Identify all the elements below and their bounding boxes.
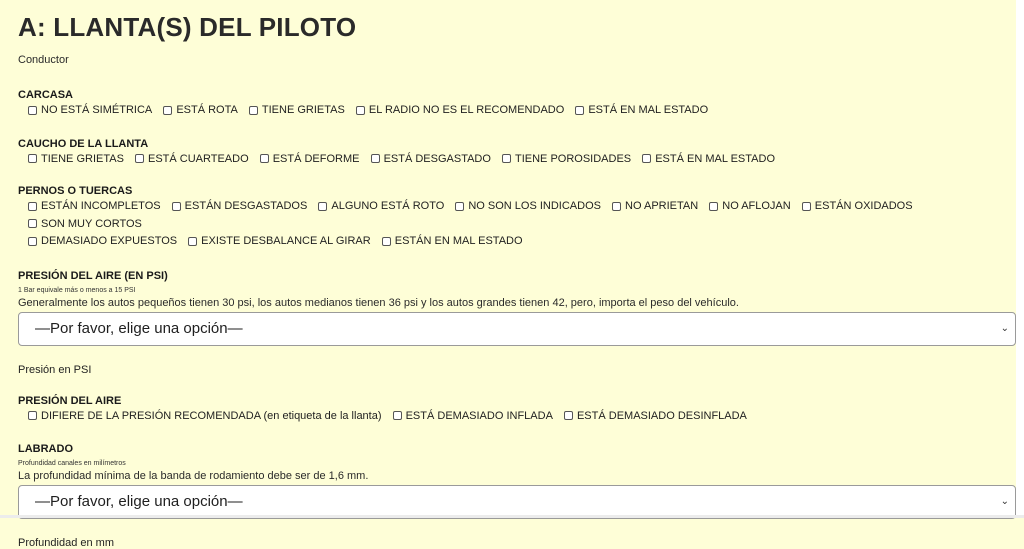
checkbox-option[interactable]: SON MUY CORTOS [28, 216, 142, 232]
chevron-down-icon: ⌄ [1000, 322, 1009, 334]
checkbox-icon[interactable] [455, 201, 465, 211]
checkbox-option[interactable]: DEMASIADO EXPUESTOS [28, 233, 177, 249]
checkbox-option[interactable]: TIENE GRIETAS [248, 102, 345, 118]
labrado-section: LABRADO Profundidad canales en milímetro… [18, 442, 1016, 549]
section-title-presion-aire: PRESIÓN DEL AIRE [18, 394, 122, 407]
checkbox-option[interactable]: NO APRIETAN [612, 198, 698, 214]
checkbox-icon[interactable] [642, 154, 652, 163]
checkbox-icon[interactable] [28, 105, 37, 115]
checkbox-option[interactable]: ESTÁ CUARTEADO [134, 151, 249, 167]
checkbox-option[interactable]: EL RADIO NO ES EL RECOMENDADO [355, 102, 564, 118]
checkbox-option[interactable]: ESTÁ DEFORME [259, 151, 360, 167]
field-label-mm: Profundidad en mm [18, 537, 114, 549]
section-title-pernos: PERNOS O TUERCAS [18, 185, 133, 197]
checkbox-icon[interactable] [163, 105, 173, 115]
subtitle: Conductor [18, 54, 69, 66]
checkbox-option[interactable]: TIENE POROSIDADES [502, 151, 631, 167]
checkbox-option[interactable]: ESTÁN DESGASTADOS [171, 198, 307, 214]
checkbox-icon[interactable] [28, 411, 37, 420]
checkbox-option[interactable]: ESTÁN INCOMPLETOS [28, 198, 161, 214]
checkbox-icon[interactable] [575, 105, 585, 115]
chevron-down-icon: ⌄ [1000, 496, 1009, 507]
checkbox-icon[interactable] [370, 154, 380, 163]
checkbox-icon[interactable] [392, 411, 402, 420]
checkbox-icon[interactable] [28, 219, 37, 228]
checkbox-icon[interactable] [171, 201, 181, 211]
checkbox-option[interactable]: ESTÁ DESGASTADO [370, 151, 491, 167]
presion-aire-section: PRESIÓN DEL AIRE DIFIERE DE LA PRESIÓN R… [18, 394, 1016, 426]
checkbox-option[interactable]: ESTÁ DEMASIADO INFLADA [392, 408, 553, 424]
section-title-labrado: LABRADO [18, 443, 73, 455]
caucho-section: CAUCHO DE LA LLANTA TIENE GRIETAS ESTÁ C… [18, 137, 1016, 169]
checkbox-icon[interactable] [134, 154, 144, 163]
checkbox-icon[interactable] [801, 201, 811, 211]
checkbox-option[interactable]: TIENE GRIETAS [28, 151, 124, 167]
checkbox-option[interactable]: NO AFLOJAN [709, 198, 791, 214]
checkbox-option[interactable]: ESTÁN EN MAL ESTADO [381, 233, 523, 249]
form-content: A: LLANTA(S) DEL PILOTO Conductor CARCAS… [18, 0, 1016, 549]
caucho-options: TIENE GRIETAS ESTÁ CUARTEADO ESTÁ DEFORM… [18, 151, 1016, 169]
checkbox-option[interactable]: ESTÁ DEMASIADO DESINFLADA [563, 408, 747, 424]
checkbox-icon[interactable] [28, 201, 37, 211]
checkbox-icon[interactable] [355, 105, 365, 115]
scrollbar-track[interactable] [1016, 0, 1024, 518]
small-note: Profundidad canales en milímetros [18, 460, 126, 467]
checkbox-icon[interactable] [188, 236, 198, 246]
checkbox-icon[interactable] [28, 236, 37, 246]
field-label-psi: Presión en PSI [18, 363, 92, 376]
checkbox-option[interactable]: NO SON LOS INDICADOS [455, 198, 601, 214]
checkbox-icon[interactable] [259, 154, 269, 163]
checkbox-option[interactable]: ESTÁ EN MAL ESTADO [642, 151, 775, 167]
pernos-options: ESTÁN INCOMPLETOS ESTÁN DESGASTADOS ALGU… [18, 198, 1016, 251]
checkbox-option[interactable]: ESTÁ EN MAL ESTADO [575, 102, 708, 118]
checkbox-icon[interactable] [318, 201, 328, 211]
checkbox-option[interactable]: EXISTE DESBALANCE AL GIRAR [188, 233, 371, 249]
checkbox-icon[interactable] [248, 105, 258, 115]
checkbox-icon[interactable] [709, 201, 719, 211]
checkbox-option[interactable]: DIFIERE DE LA PRESIÓN RECOMENDADA (en et… [28, 408, 382, 424]
section-title-carcasa: CARCASA [18, 89, 73, 101]
checkbox-option[interactable]: NO ESTÁ SIMÉTRICA [28, 102, 152, 118]
checkbox-icon[interactable] [502, 154, 511, 163]
carcasa-section: CARCASA NO ESTÁ SIMÉTRICA ESTÁ ROTA TIEN… [18, 88, 1016, 120]
help-text: Generalmente los autos pequeños tienen 3… [18, 296, 739, 309]
psi-select[interactable]: —Por favor, elige una opción— ⌄ [18, 311, 1016, 346]
checkbox-icon[interactable] [612, 201, 622, 211]
small-note: 1 Bar equivale más o menos a 15 PSI [18, 286, 136, 294]
page-title: A: LLANTA(S) DEL PILOTO [18, 12, 357, 42]
checkbox-icon[interactable] [28, 154, 37, 163]
page: A: LLANTA(S) DEL PILOTO Conductor CARCAS… [0, 0, 1024, 549]
checkbox-icon[interactable] [563, 411, 573, 420]
checkbox-option[interactable]: ALGUNO ESTÁ ROTO [318, 198, 444, 214]
section-title-presion-psi: PRESIÓN DEL AIRE (EN PSI) [18, 269, 168, 282]
presion-aire-options: DIFIERE DE LA PRESIÓN RECOMENDADA (en et… [18, 408, 1016, 426]
carcasa-options: NO ESTÁ SIMÉTRICA ESTÁ ROTA TIENE GRIETA… [18, 102, 1016, 120]
pernos-section: PERNOS O TUERCAS ESTÁN INCOMPLETOS ESTÁN… [18, 184, 1016, 251]
checkbox-option[interactable]: ESTÁN OXIDADOS [801, 198, 913, 214]
help-text: La profundidad mínima de la banda de rod… [18, 470, 369, 482]
presion-psi-section: PRESIÓN DEL AIRE (EN PSI) 1 Bar equivale… [18, 269, 1016, 376]
depth-select[interactable]: —Por favor, elige una opción— ⌄ [18, 485, 1016, 519]
section-title-caucho: CAUCHO DE LA LLANTA [18, 137, 149, 150]
checkbox-icon[interactable] [381, 236, 391, 246]
checkbox-option[interactable]: ESTÁ ROTA [163, 102, 238, 118]
